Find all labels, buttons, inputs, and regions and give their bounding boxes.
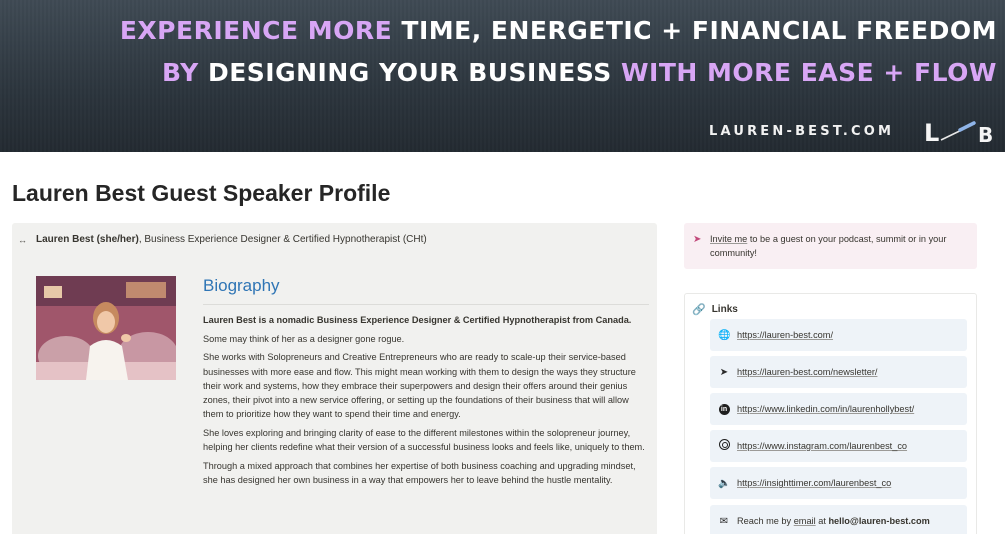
author-line: ↔ Lauren Best (she/her), Business Experi… bbox=[18, 234, 427, 245]
svg-text:L: L bbox=[924, 119, 939, 146]
email-prefix: Reach me by bbox=[737, 516, 794, 526]
page-title: Lauren Best Guest Speaker Profile bbox=[12, 180, 391, 206]
link-newsletter[interactable]: ➤ https://lauren-best.com/newsletter/ bbox=[710, 356, 967, 388]
banner-site-name: LAUREN-BEST.COM bbox=[709, 124, 895, 139]
linkedin-icon: in bbox=[718, 403, 730, 415]
banner-highlight: BY bbox=[161, 58, 199, 87]
divider bbox=[203, 304, 649, 305]
email-address[interactable]: hello@lauren-best.com bbox=[828, 516, 929, 526]
banner-highlight: EXPERIENCE MORE bbox=[119, 16, 393, 45]
banner-headline-1: EXPERIENCE MORE TIME, ENERGETIC + FINANC… bbox=[120, 16, 997, 45]
envelope-icon: ✉ bbox=[719, 515, 729, 527]
biography-text: Lauren Best is a nomadic Business Experi… bbox=[203, 313, 649, 492]
invite-callout: ➤ Invite me to be a guest on your podcas… bbox=[684, 223, 977, 269]
bio-paragraph: Some may think of her as a designer gone… bbox=[203, 333, 405, 344]
header-banner: EXPERIENCE MORE TIME, ENERGETIC + FINANC… bbox=[0, 0, 1005, 152]
links-title: Links bbox=[711, 304, 738, 315]
link-email: ✉ Reach me by email at hello@lauren-best… bbox=[710, 505, 967, 534]
link-website[interactable]: 🌐 https://lauren-best.com/ bbox=[710, 319, 967, 351]
banner-headline-2: BY DESIGNING YOUR BUSINESS WITH MORE EAS… bbox=[162, 58, 997, 87]
email-mid: at bbox=[815, 516, 829, 526]
link-url[interactable]: https://insighttimer.com/laurenbest_co bbox=[737, 478, 891, 488]
banner-text: TIME, ENERGETIC + FINANCIAL FREEDOM bbox=[392, 16, 997, 45]
link-instagram[interactable]: https://www.instagram.com/laurenbest_co bbox=[710, 430, 967, 462]
instagram-icon bbox=[718, 439, 730, 453]
link-linkedin[interactable]: in https://www.linkedin.com/in/laurenhol… bbox=[710, 393, 967, 425]
svg-text:B: B bbox=[978, 123, 993, 146]
banner-highlight: WITH MORE EASE + FLOW bbox=[620, 58, 997, 87]
biography-heading: Biography bbox=[203, 276, 280, 295]
speaker-icon: 🔈 bbox=[718, 477, 731, 489]
email-line: Reach me by email at hello@lauren-best.c… bbox=[737, 516, 930, 526]
link-insight-timer[interactable]: 🔈 https://insighttimer.com/laurenbest_co bbox=[710, 467, 967, 499]
link-url[interactable]: https://lauren-best.com/newsletter/ bbox=[737, 367, 877, 377]
bio-paragraph: She loves exploring and bringing clarity… bbox=[203, 427, 645, 453]
bio-paragraph: She works with Solopreneurs and Creative… bbox=[203, 352, 636, 420]
profile-photo-image bbox=[36, 276, 176, 380]
profile-photo bbox=[36, 276, 176, 380]
author-name: Lauren Best (she/her) bbox=[36, 234, 139, 245]
brand-logo: L B bbox=[924, 119, 993, 146]
bio-paragraph: Lauren Best is a nomadic Business Experi… bbox=[203, 315, 632, 325]
chain-link-icon: 🔗 bbox=[692, 304, 706, 316]
paper-plane-icon: ➤ bbox=[693, 234, 702, 245]
link-url[interactable]: https://www.linkedin.com/in/laurenhollyb… bbox=[737, 404, 914, 414]
banner-text: DESIGNING YOUR BUSINESS bbox=[198, 58, 621, 87]
link-url[interactable]: https://lauren-best.com/ bbox=[737, 330, 833, 340]
bio-paragraph: Through a mixed approach that combines h… bbox=[203, 460, 636, 486]
invite-link[interactable]: Invite me bbox=[710, 234, 747, 244]
links-heading: 🔗 Links bbox=[692, 303, 738, 316]
globe-icon: 🌐 bbox=[718, 329, 731, 341]
paper-plane-icon: ➤ bbox=[719, 366, 729, 378]
email-link[interactable]: email bbox=[794, 516, 816, 526]
link-glyph-icon: ↔ bbox=[18, 234, 27, 245]
author-role: , Business Experience Designer & Certifi… bbox=[138, 234, 427, 245]
link-url[interactable]: https://www.instagram.com/laurenbest_co bbox=[737, 441, 907, 451]
